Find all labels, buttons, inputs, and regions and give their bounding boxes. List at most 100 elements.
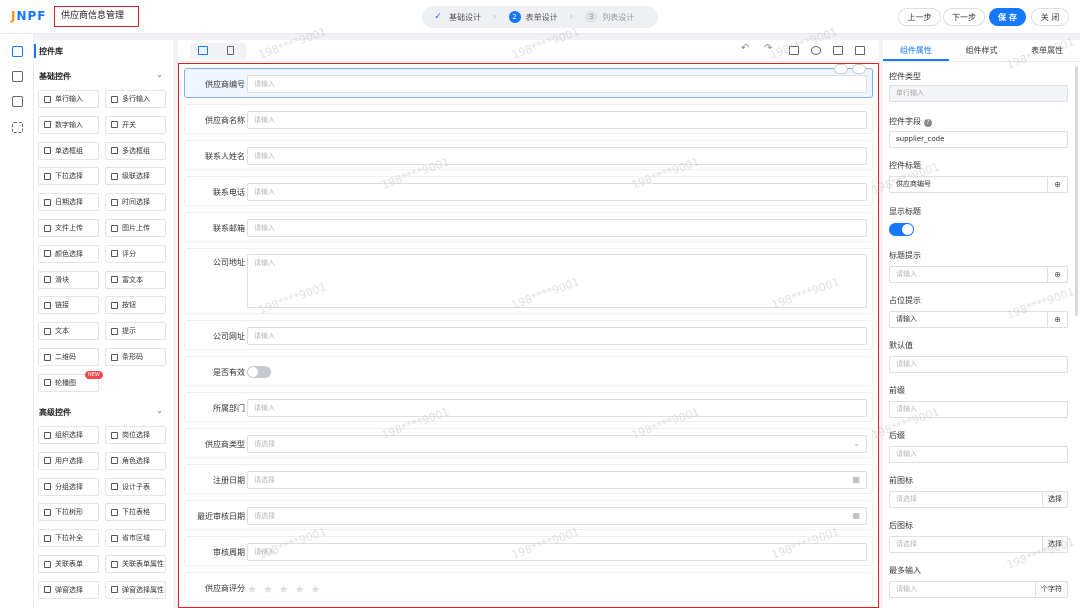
step-basic-design[interactable]: ✓ 基础设计 [432,11,481,23]
field-date-picker[interactable]: 请选择 ▦ [247,471,867,489]
globe-icon[interactable]: ⊕ [1047,312,1067,327]
chevron-down-icon[interactable]: ⌄ [156,70,163,79]
basic-control-item[interactable]: 颜色选择 [38,244,99,263]
advanced-control-item[interactable]: 用户选择 [38,451,99,470]
advanced-control-item[interactable]: 下拉表格 [105,503,166,522]
advanced-control-item[interactable]: 省市区域 [105,529,166,548]
field-date-picker[interactable]: 请选择 ▦ [247,507,867,525]
basic-control-item[interactable]: 时间选择 [105,193,166,212]
basic-control-item[interactable]: 图片上传 [105,219,166,237]
advanced-control-item[interactable]: 组织选择 [38,426,99,444]
advanced-control-item[interactable]: 设计子表 [105,477,166,496]
form-field-row[interactable]: 注册日期 请选择 ▦ [184,464,873,494]
basic-control-item[interactable]: 富文本 [105,270,166,289]
star-icon[interactable]: ★ [295,583,305,596]
controls-icon[interactable] [12,46,23,57]
field-input[interactable]: supplier_code [889,131,1068,148]
basic-control-item[interactable]: 文本 [38,322,99,341]
basic-control-item[interactable]: 二维码 [38,348,99,366]
basic-control-item[interactable]: 多行输入 [105,90,166,108]
save-button[interactable]: 保 存 [989,8,1026,26]
form-field-row[interactable]: 最近审核日期 请选择 ▦ [184,500,873,530]
title-tip-input[interactable]: 请输入 ⊕ [889,266,1068,283]
advanced-control-item[interactable]: 下拉补全 [38,529,99,548]
globe-icon[interactable]: ⊕ [1047,267,1067,282]
globe-icon[interactable]: ⊕ [1047,177,1067,192]
advanced-control-item[interactable]: 岗位选择 [105,426,166,444]
delete-icon[interactable] [852,64,866,74]
copy-icon[interactable] [834,64,848,74]
form-field-row[interactable]: 是否有效 [184,356,873,386]
star-icon[interactable]: ★ [311,583,321,596]
basic-control-item[interactable]: 数字输入 [38,115,99,134]
basic-control-item[interactable]: 滑块 [38,270,99,289]
star-icon[interactable]: ★ [279,583,289,596]
step-list-design[interactable]: 3 列表设计 [585,11,634,23]
form-field-row[interactable]: 供应商名称 请输入 [184,104,873,134]
basic-control-item[interactable]: 文件上传 [38,219,99,237]
field-input[interactable]: 请输入 [247,147,867,165]
advanced-control-item[interactable]: 下拉树形 [38,503,99,522]
tab-component-style[interactable]: 组件样式 [949,40,1015,61]
basic-control-item[interactable]: 开关 [105,115,166,134]
basic-control-item[interactable]: 级联选择 [105,167,166,186]
field-input[interactable]: 请输入 [247,111,867,129]
tree-icon[interactable] [12,71,23,82]
advanced-control-item[interactable]: 分组选择 [38,477,99,496]
form-field-row[interactable]: 联系邮箱 请输入 [184,212,873,242]
field-input[interactable]: 请输入 [247,183,867,201]
suffix-input[interactable]: 请输入 [889,446,1068,463]
json-icon[interactable] [833,46,843,55]
layout-icon[interactable] [12,96,23,107]
default-value-input[interactable]: 请输入 [889,356,1068,373]
advanced-controls-heading[interactable]: 高级控件 [39,407,71,418]
chevron-down-icon[interactable]: ⌄ [156,406,163,415]
field-input[interactable]: 请输入 [247,219,867,237]
form-field-row[interactable]: 联系电话 请输入 [184,176,873,206]
basic-control-item[interactable]: 多选框组 [105,141,166,160]
prefix-icon-select-button[interactable]: 选择 [1042,492,1067,507]
form-field-row[interactable]: 所属部门 请输入 [184,392,873,422]
basic-control-item[interactable]: 按钮 [105,296,166,315]
next-step-button[interactable]: 下一步 [943,8,985,26]
advanced-control-item[interactable]: 弹窗选择属性 [105,580,166,599]
basic-controls-heading[interactable]: 基础控件 [39,71,71,82]
close-button[interactable]: 关 闭 [1031,8,1069,26]
mobile-icon[interactable] [227,46,234,55]
code-icon[interactable] [855,46,865,55]
advanced-control-item[interactable]: 关联表单属性 [105,555,166,573]
step-form-design[interactable]: 2 表单设计 [508,11,558,23]
help-icon[interactable]: ? [924,119,932,127]
field-select[interactable]: 请选择 ⌄ [247,435,867,453]
star-icon[interactable]: ★ [247,583,257,596]
form-field-row[interactable]: 联系人姓名 请输入 [184,140,873,170]
active-switch[interactable] [247,366,271,378]
basic-control-item[interactable]: 链接 [38,296,99,315]
basic-control-item[interactable]: 轮播图 NEW [38,370,103,392]
advanced-control-item[interactable]: 弹窗选择 [38,580,99,599]
advanced-control-item[interactable]: 关联表单 [38,555,99,573]
advanced-control-item[interactable]: 角色选择 [105,451,166,470]
undo-icon[interactable]: ↶ [741,43,751,54]
basic-control-item[interactable]: 单行输入 [38,90,99,108]
scan-icon[interactable] [12,122,23,133]
form-field-row[interactable]: 供应商评分 ★ ★ ★ ★ ★ [184,572,873,602]
maxlength-input[interactable]: 请输入 个字符 [889,581,1068,598]
field-input[interactable]: 请输入 [247,75,867,93]
rating-stars[interactable]: ★ ★ ★ ★ ★ [247,583,320,596]
star-icon[interactable]: ★ [263,583,273,596]
form-field-row[interactable]: 供应商编号 请输入 [184,64,873,98]
placeholder-input[interactable]: 请输入 ⊕ [889,311,1068,328]
form-field-row[interactable]: 供应商类型 请选择 ⌄ [184,428,873,458]
desktop-icon[interactable] [198,46,208,55]
preview-icon[interactable] [811,46,821,55]
field-input[interactable]: 请输入 [247,399,867,417]
scrollbar[interactable] [1075,66,1078,316]
tab-component-props[interactable]: 组件属性 [883,40,949,61]
basic-control-item[interactable]: 单选框组 [38,141,99,160]
field-input[interactable]: 请输入 [247,327,867,345]
basic-control-item[interactable]: 提示 [105,322,166,341]
basic-control-item[interactable]: 下拉选择 [38,167,99,186]
basic-control-item[interactable]: 评分 [105,244,166,263]
form-field-row[interactable]: 公司网址 请输入 [184,320,873,350]
